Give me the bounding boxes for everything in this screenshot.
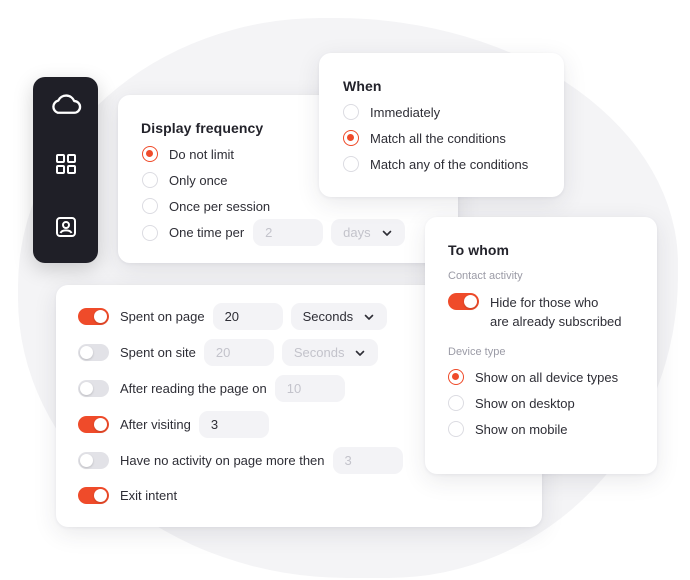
chevron-down-icon: [355, 350, 365, 356]
no-activity-toggle[interactable]: [78, 452, 109, 469]
radio-only-once[interactable]: [142, 172, 158, 188]
device-type-label: Device type: [448, 346, 506, 358]
trigger-no-activity: Have no activity on page more then 3: [78, 447, 403, 474]
spent-on-page-toggle[interactable]: [78, 308, 109, 325]
contact-icon[interactable]: [49, 210, 82, 243]
exit-intent-toggle[interactable]: [78, 487, 109, 504]
to-whom-card: To whom Contact activity Hide for those …: [425, 217, 657, 474]
when-option-immediately[interactable]: Immediately: [343, 104, 440, 120]
hide-subscribed-line1: Hide for those who: [490, 295, 599, 310]
after-visiting-input[interactable]: 3: [198, 411, 269, 438]
radio-one-time-per[interactable]: [142, 224, 158, 241]
trigger-label: Exit intent: [120, 488, 178, 503]
when-title: When: [343, 78, 382, 94]
after-reading-toggle[interactable]: [78, 380, 109, 397]
when-option-match-any[interactable]: Match any of the conditions: [343, 156, 528, 172]
radio-immediately[interactable]: [343, 104, 359, 120]
device-option-all[interactable]: Show on all device types: [448, 369, 618, 385]
radio-all-devices[interactable]: [448, 369, 464, 385]
grid-icon[interactable]: [49, 147, 82, 180]
when-option-label: Match any of the conditions: [370, 156, 529, 172]
trigger-spent-on-page: Spent on page 20 Seconds: [78, 303, 387, 330]
device-option-label: Show on all device types: [475, 369, 619, 385]
after-visiting-toggle[interactable]: [78, 416, 109, 433]
frequency-unit-select[interactable]: days: [331, 219, 406, 246]
hide-subscribed-text: Hide for those who are already subscribe…: [490, 293, 622, 331]
cloud-icon[interactable]: [49, 87, 82, 120]
hide-subscribed-toggle[interactable]: [448, 293, 479, 310]
device-option-desktop[interactable]: Show on desktop: [448, 395, 575, 411]
trigger-exit-intent: Exit intent: [78, 487, 177, 504]
spent-on-page-unit-select[interactable]: Seconds: [290, 303, 387, 330]
trigger-label: Spent on site: [120, 345, 196, 360]
radio-once-per-session[interactable]: [142, 198, 158, 214]
no-activity-input[interactable]: 3: [332, 447, 403, 474]
frequency-count-input[interactable]: 2: [253, 219, 324, 246]
to-whom-title: To whom: [448, 242, 510, 258]
chevron-down-icon: [364, 314, 373, 320]
hide-subscribed-line2: are already subscribed: [490, 314, 622, 329]
trigger-label: Spent on page: [120, 309, 205, 324]
trigger-spent-on-site: Spent on site 20 Seconds: [78, 339, 378, 366]
spent-on-site-toggle[interactable]: [78, 344, 109, 361]
device-option-label: Show on desktop: [475, 395, 575, 411]
spent-on-page-input[interactable]: 20: [212, 303, 283, 330]
frequency-option-only-once[interactable]: Only once: [142, 172, 228, 188]
radio-match-any[interactable]: [343, 156, 359, 172]
radio-match-all[interactable]: [343, 130, 359, 146]
frequency-unit-value: days: [343, 225, 371, 240]
when-option-match-all[interactable]: Match all the conditions: [343, 130, 506, 146]
trigger-label: After visiting: [120, 417, 191, 432]
radio-mobile[interactable]: [448, 421, 464, 437]
frequency-option-label: Only once: [169, 172, 228, 188]
device-option-label: Show on mobile: [475, 421, 568, 437]
trigger-after-visiting: After visiting 3: [78, 411, 269, 438]
frequency-option-label: One time per: [169, 225, 245, 240]
display-frequency-title: Display frequency: [141, 120, 264, 136]
chevron-down-icon: [382, 230, 392, 236]
frequency-option-label: Do not limit: [169, 146, 235, 162]
radio-do-not-limit[interactable]: [142, 146, 158, 162]
when-option-label: Match all the conditions: [370, 130, 506, 146]
frequency-option-label: Once per session: [169, 198, 271, 214]
spent-on-site-unit-select[interactable]: Seconds: [281, 339, 378, 366]
after-reading-input[interactable]: 10: [274, 375, 345, 402]
trigger-after-reading: After reading the page on 10: [78, 375, 345, 402]
when-card: When Immediately Match all the condition…: [319, 53, 564, 197]
sidebar: [33, 77, 98, 263]
trigger-label: After reading the page on: [120, 381, 267, 396]
frequency-option-do-not-limit[interactable]: Do not limit: [142, 146, 234, 162]
radio-desktop[interactable]: [448, 395, 464, 411]
spent-on-site-input[interactable]: 20: [203, 339, 274, 366]
frequency-option-once-per-session[interactable]: Once per session: [142, 198, 270, 214]
frequency-option-one-time-per[interactable]: One time per 2 days: [142, 219, 406, 246]
contact-activity-label: Contact activity: [448, 270, 523, 282]
unit-value: Seconds: [302, 309, 354, 324]
unit-value: Seconds: [293, 345, 345, 360]
trigger-label: Have no activity on page more then: [120, 453, 325, 468]
when-option-label: Immediately: [370, 104, 441, 120]
device-option-mobile[interactable]: Show on mobile: [448, 421, 568, 437]
